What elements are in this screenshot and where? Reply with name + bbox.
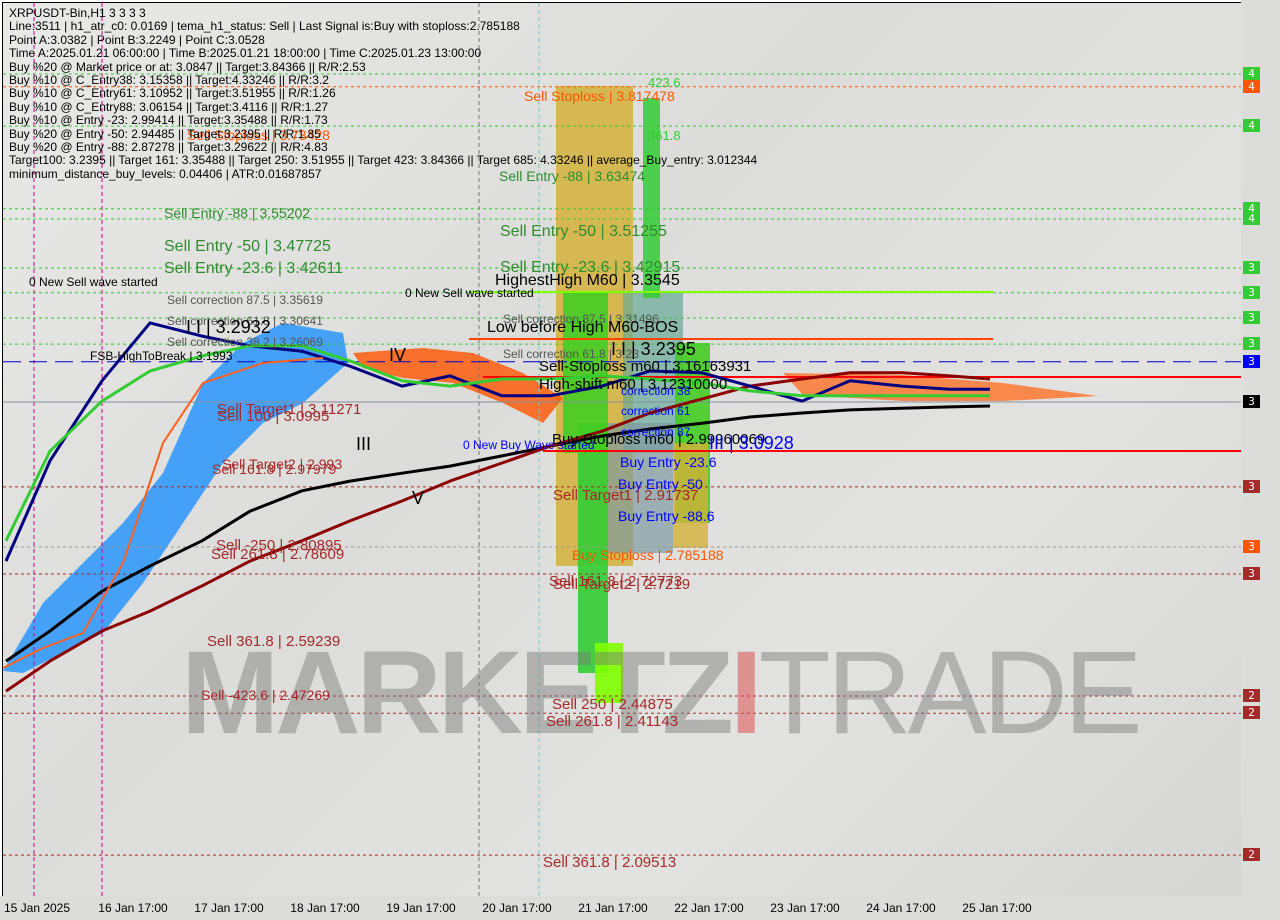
info-line: Buy %20 @ Entry -88: 2.87278 || Target:3…: [9, 139, 328, 154]
info-line: Buy %10 @ C_Entry61: 3.10952 || Target:3…: [9, 86, 336, 101]
chart-annotation: Sell Entry -50 | 3.51255: [500, 223, 667, 240]
watermark-part: TRADE: [758, 627, 1143, 759]
chart-annotation: 0 New Sell wave started: [29, 275, 158, 289]
chart-annotation: I I | 3.2932: [186, 317, 271, 337]
info-line: Buy %20 @ Market price or at: 3.0847 || …: [9, 59, 366, 74]
price-badge: 2: [1243, 706, 1260, 720]
chart-annotation: correction 61: [621, 404, 691, 418]
price-badge: 3: [1243, 394, 1260, 408]
price-badge: 3: [1243, 337, 1260, 351]
time-tick-label: 19 Jan 17:00: [386, 901, 456, 915]
info-line: minimum_distance_buy_levels: 0.04406 | A…: [9, 166, 322, 181]
chart-annotation: V: [412, 488, 425, 508]
chart-annotation: Buy Entry -23.6: [620, 454, 717, 470]
info-line: Line:3511 | h1_atr_c0: 0.0169 | tema_h1_…: [9, 19, 520, 34]
chart-annotation: III | 3.0928: [709, 433, 794, 453]
time-tick-label: 18 Jan 17:00: [290, 901, 360, 915]
chart-annotation: Sell Target1 | 2.91737: [553, 487, 699, 504]
price-badge: 3: [1243, 310, 1260, 324]
chart-annotation: Sell -423.6 | 2.47269: [201, 687, 330, 703]
time-tick-label: 20 Jan 17:00: [482, 901, 552, 915]
info-line: Buy %10 @ C_Entry38: 3.15358 || Target:4…: [9, 72, 329, 87]
chart-annotation: Sell correction 87.5 | 3.35619: [167, 293, 323, 307]
time-tick-label: 24 Jan 17:00: [866, 901, 936, 915]
price-badge: 3: [1243, 285, 1260, 299]
info-panel: XRPUSDT-Bin,H1 3 3 3 3 Line:3511 | h1_at…: [9, 6, 757, 180]
price-badge: 3: [1243, 539, 1260, 553]
chart-annotation: FSB-HighToBreak | 3.1993: [90, 349, 233, 363]
chart-annotation: IV: [389, 345, 407, 365]
price-badge: 4: [1243, 66, 1260, 80]
time-tick-label: 15 Jan 2025: [3, 901, 71, 915]
price-badge: 4: [1243, 211, 1260, 225]
chart-window: MARKETZITRADE XRPUSDT-Bin,H1 3 3 3 3 Lin…: [0, 0, 1280, 920]
chart-annotation: Sell 361.8 | 2.59239: [207, 633, 341, 650]
info-line: Target100: 3.2395 || Target 161: 3.35488…: [9, 153, 758, 168]
info-line: Point A:3.0382 | Point B:3.2249 | Point …: [9, 32, 265, 47]
time-tick-label: 17 Jan 17:00: [194, 901, 264, 915]
price-badge: 3: [1243, 479, 1260, 493]
chart-annotation: Sell Entry -88 | 3.55202: [164, 205, 311, 221]
time-tick-label: 16 Jan 17:00: [98, 901, 168, 915]
time-tick-label: 23 Jan 17:00: [770, 901, 840, 915]
info-line: Buy %10 @ Entry -23: 2.99414 || Target:3…: [9, 113, 328, 128]
time-tick-label: 21 Jan 17:00: [578, 901, 648, 915]
chart-annotation: Sell 361.8 | 2.09513: [543, 854, 677, 871]
chart-annotation: Buy Stoploss | 2.785188: [572, 547, 724, 563]
price-badge: 4: [1243, 79, 1260, 93]
chart-annotation: III: [356, 434, 372, 454]
chart-annotation: Sell Target2 | 2.7219: [553, 576, 691, 593]
chart-annotation: correction 38: [621, 384, 691, 398]
symbol-title: XRPUSDT-Bin,H1 3 3 3 3: [9, 6, 146, 20]
chart-annotation: Sell 250 | 2.44875: [552, 696, 673, 713]
time-tick-label: 25 Jan 17:00: [962, 901, 1032, 915]
info-line: Buy %20 @ Entry -50: 2.94485 || Target:3…: [9, 126, 321, 141]
chart-annotation: Sell Entry -50 | 3.47725: [164, 238, 331, 255]
chart-annotation: 0 New Sell wave started: [405, 286, 534, 300]
chart-annotation: Buy Entry -88.6: [618, 508, 715, 524]
chart-annotation: I I | 3.2395: [611, 339, 696, 359]
ichimoku-cloud: [3, 323, 348, 673]
chart-annotation: Sell 100 | 3.0995: [217, 408, 330, 425]
price-badge: 2: [1243, 688, 1260, 702]
watermark-part: I: [729, 627, 763, 759]
chart-annotation: Sell 161.8 | 2.97979: [212, 461, 337, 477]
chart-annotation: Sell 261.8 | 2.41143: [546, 713, 679, 730]
price-badge: 3: [1243, 566, 1260, 580]
price-badge: 3: [1243, 261, 1260, 275]
chart-annotation: Low before High M60-BOS: [487, 319, 679, 336]
chart-annotation: Sell Entry -23.6 | 3.42611: [164, 260, 344, 277]
info-line: Time A:2025.01.21 06:00:00 | Time B:2025…: [9, 46, 482, 61]
price-axis[interactable]: [1241, 0, 1280, 920]
chart-annotation: Sell-Stoploss m60 | 3.16163931: [539, 358, 752, 375]
price-badge: 4: [1243, 119, 1260, 133]
chart-annotation: Sell 261.8 | 2.78609: [211, 546, 345, 563]
plot-area[interactable]: MARKETZITRADE XRPUSDT-Bin,H1 3 3 3 3 Lin…: [2, 2, 1242, 897]
price-badge: 3: [1243, 354, 1260, 368]
time-tick-label: 22 Jan 17:00: [674, 901, 744, 915]
price-badge: 2: [1243, 848, 1260, 862]
info-line: Buy %10 @ C_Entry88: 3.06154 || Target:3…: [9, 99, 329, 114]
